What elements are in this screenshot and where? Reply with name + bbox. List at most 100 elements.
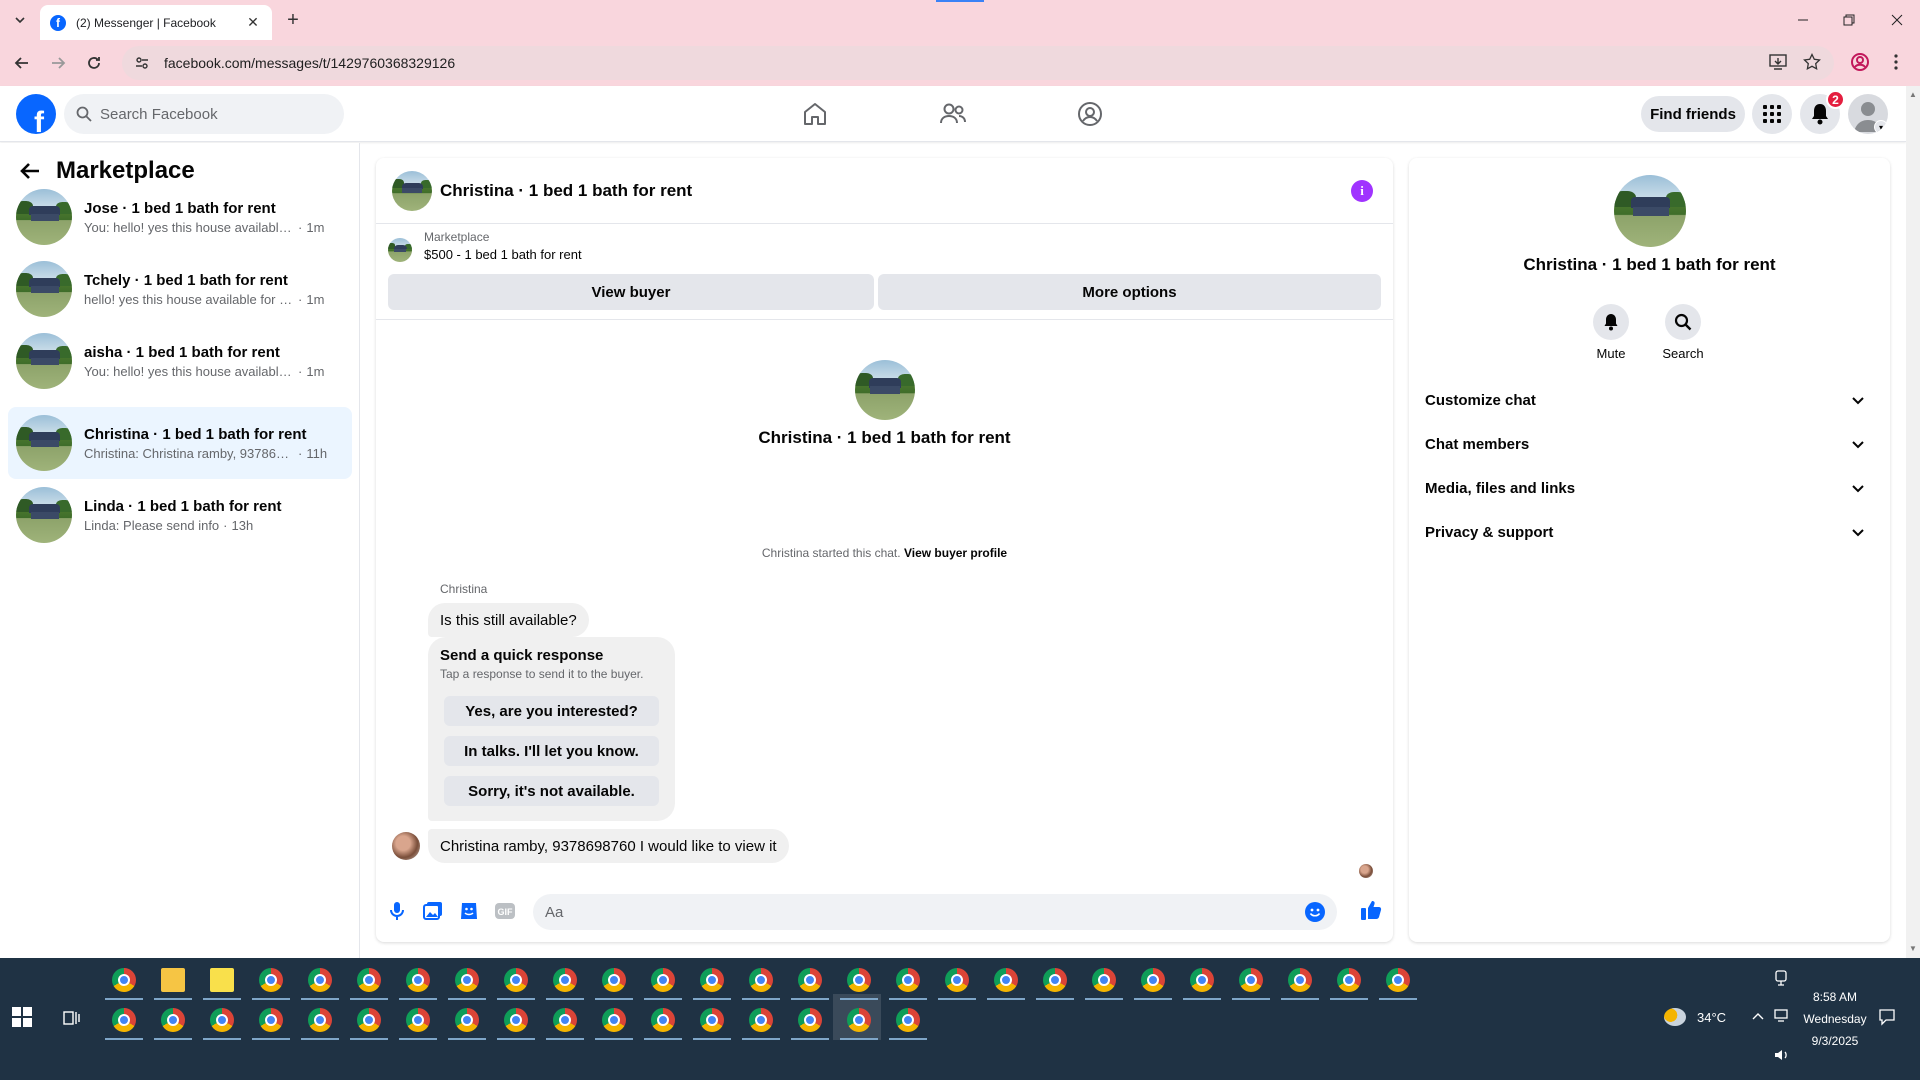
new-tab-button[interactable]: + <box>282 9 304 31</box>
forward-arrow-icon[interactable] <box>46 51 70 75</box>
chrome-app-icon[interactable] <box>847 1008 871 1032</box>
conversation-item[interactable]: Tchely · 1 bed 1 bath for rent hello! ye… <box>8 253 352 325</box>
photo-icon[interactable] <box>422 900 444 922</box>
close-window-icon[interactable] <box>1874 0 1920 40</box>
temperature[interactable]: 34°C <box>1697 1010 1726 1025</box>
chrome-app-icon[interactable] <box>798 1008 822 1032</box>
chat-title[interactable]: Christina · 1 bed 1 bath for rent <box>440 181 692 201</box>
chrome-app-icon[interactable] <box>798 968 822 992</box>
profile-circle-icon[interactable] <box>1074 98 1106 130</box>
chrome-app-icon[interactable] <box>455 968 479 992</box>
info-avatar[interactable] <box>1614 175 1686 247</box>
chrome-app-icon[interactable] <box>406 1008 430 1032</box>
address-bar[interactable]: facebook.com/messages/t/1429760368329126 <box>122 46 1834 80</box>
scroll-down-icon[interactable]: ▼ <box>1909 944 1917 953</box>
chrome-app-icon[interactable] <box>259 1008 283 1032</box>
sender-avatar[interactable] <box>392 832 420 860</box>
bookmark-star-icon[interactable] <box>1802 52 1822 72</box>
chrome-app-icon[interactable] <box>896 1008 920 1032</box>
chrome-app-icon[interactable] <box>1288 968 1312 992</box>
chrome-app-icon[interactable] <box>994 968 1018 992</box>
customize-chat-section[interactable]: Customize chat <box>1425 382 1874 418</box>
chrome-app-icon[interactable] <box>651 1008 675 1032</box>
chrome-app-icon[interactable] <box>700 968 724 992</box>
chrome-app-icon[interactable] <box>602 1008 626 1032</box>
close-tab-icon[interactable]: ✕ <box>244 14 262 31</box>
gif-icon[interactable]: GIF <box>494 900 516 922</box>
weather-icon[interactable] <box>1664 1008 1686 1026</box>
chrome-app-icon[interactable] <box>896 968 920 992</box>
back-arrow-icon[interactable] <box>10 51 34 75</box>
conversation-item[interactable]: aisha · 1 bed 1 bath for rent You: hello… <box>8 325 352 397</box>
chat-avatar[interactable] <box>392 170 432 211</box>
chrome-app-icon[interactable] <box>1190 968 1214 992</box>
chrome-app-icon[interactable] <box>259 968 283 992</box>
minimize-window-icon[interactable] <box>1780 0 1826 40</box>
chrome-app-icon[interactable] <box>1239 968 1263 992</box>
bell-icon[interactable] <box>1593 304 1629 340</box>
message-bubble[interactable]: Is this still available? <box>428 603 589 637</box>
chrome-app-icon[interactable] <box>847 968 871 992</box>
more-options-button[interactable]: More options <box>878 274 1381 310</box>
chrome-app-icon[interactable] <box>1337 968 1361 992</box>
volume-icon[interactable] <box>1774 1048 1790 1065</box>
browser-tab-messenger[interactable]: f (2) Messenger | Facebook ✕ <box>40 5 272 40</box>
emoji-icon[interactable] <box>1305 902 1325 922</box>
media-files-links-section[interactable]: Media, files and links <box>1425 470 1874 506</box>
chrome-app-icon[interactable] <box>504 968 528 992</box>
privacy-support-section[interactable]: Privacy & support <box>1425 514 1874 550</box>
file-explorer-icon[interactable] <box>161 968 185 992</box>
tab-search-chevron-icon[interactable] <box>10 10 30 30</box>
restore-window-icon[interactable] <box>1826 0 1872 40</box>
chrome-app-icon[interactable] <box>455 1008 479 1032</box>
chrome-app-icon[interactable] <box>749 1008 773 1032</box>
chrome-app-icon[interactable] <box>357 968 381 992</box>
clock-time[interactable]: 8:58 AM <box>1800 990 1870 1004</box>
install-app-icon[interactable] <box>1768 52 1788 72</box>
conversation-item[interactable]: Jose · 1 bed 1 bath for rent You: hello!… <box>8 181 352 253</box>
chrome-app-icon[interactable] <box>112 968 136 992</box>
message-bubble[interactable]: Christina ramby, 9378698760 I would like… <box>428 829 789 863</box>
listing-summary[interactable]: Marketplace $500 - 1 bed 1 bath for rent <box>388 230 582 262</box>
view-buyer-profile-link[interactable]: View buyer profile <box>904 546 1007 560</box>
search-action[interactable]: Search <box>1653 304 1713 361</box>
clock-date[interactable]: 9/3/2025 <box>1800 1034 1870 1048</box>
friends-icon[interactable] <box>937 98 969 130</box>
menu-grid-icon[interactable] <box>1752 94 1792 134</box>
facebook-search-input[interactable]: Search Facebook <box>64 94 344 134</box>
page-scrollbar[interactable]: ▲ ▼ <box>1906 86 1920 958</box>
mute-action[interactable]: Mute <box>1581 304 1641 361</box>
reload-icon[interactable] <box>82 51 106 75</box>
like-thumbs-up-icon[interactable] <box>1360 899 1382 921</box>
message-input[interactable] <box>545 903 1285 921</box>
conversation-info-icon[interactable]: i <box>1351 180 1373 202</box>
site-info-icon[interactable] <box>134 55 150 71</box>
account-avatar[interactable]: ▾ <box>1848 94 1888 134</box>
meet-now-icon[interactable] <box>1774 970 1788 989</box>
search-icon[interactable] <box>1665 304 1701 340</box>
task-view-icon[interactable] <box>62 1008 82 1028</box>
chrome-app-icon[interactable] <box>161 1008 185 1032</box>
conversation-item[interactable]: Linda · 1 bed 1 bath for rent Linda: Ple… <box>8 479 352 551</box>
chrome-app-icon[interactable] <box>553 1008 577 1032</box>
chrome-app-icon[interactable] <box>210 1008 234 1032</box>
notification-center-icon[interactable] <box>1878 1008 1896 1029</box>
quick-response-button[interactable]: Sorry, it's not available. <box>444 776 659 806</box>
find-friends-button[interactable]: Find friends <box>1641 96 1745 132</box>
clock-day[interactable]: Wednesday <box>1796 1012 1874 1026</box>
microphone-icon[interactable] <box>386 900 408 922</box>
profile-icon[interactable] <box>1850 52 1870 72</box>
browser-menu-icon[interactable] <box>1886 52 1906 72</box>
chrome-app-icon[interactable] <box>406 968 430 992</box>
chrome-app-icon[interactable] <box>112 1008 136 1032</box>
facebook-logo-icon[interactable]: f <box>16 94 56 134</box>
network-icon[interactable] <box>1774 1008 1790 1025</box>
sticky-notes-icon[interactable] <box>210 968 234 992</box>
chrome-app-icon[interactable] <box>1386 968 1410 992</box>
home-icon[interactable] <box>799 98 831 130</box>
chrome-app-icon[interactable] <box>308 1008 332 1032</box>
chrome-app-icon[interactable] <box>602 968 626 992</box>
chrome-app-icon[interactable] <box>504 1008 528 1032</box>
chrome-app-icon[interactable] <box>651 968 675 992</box>
sticker-icon[interactable] <box>458 900 480 922</box>
